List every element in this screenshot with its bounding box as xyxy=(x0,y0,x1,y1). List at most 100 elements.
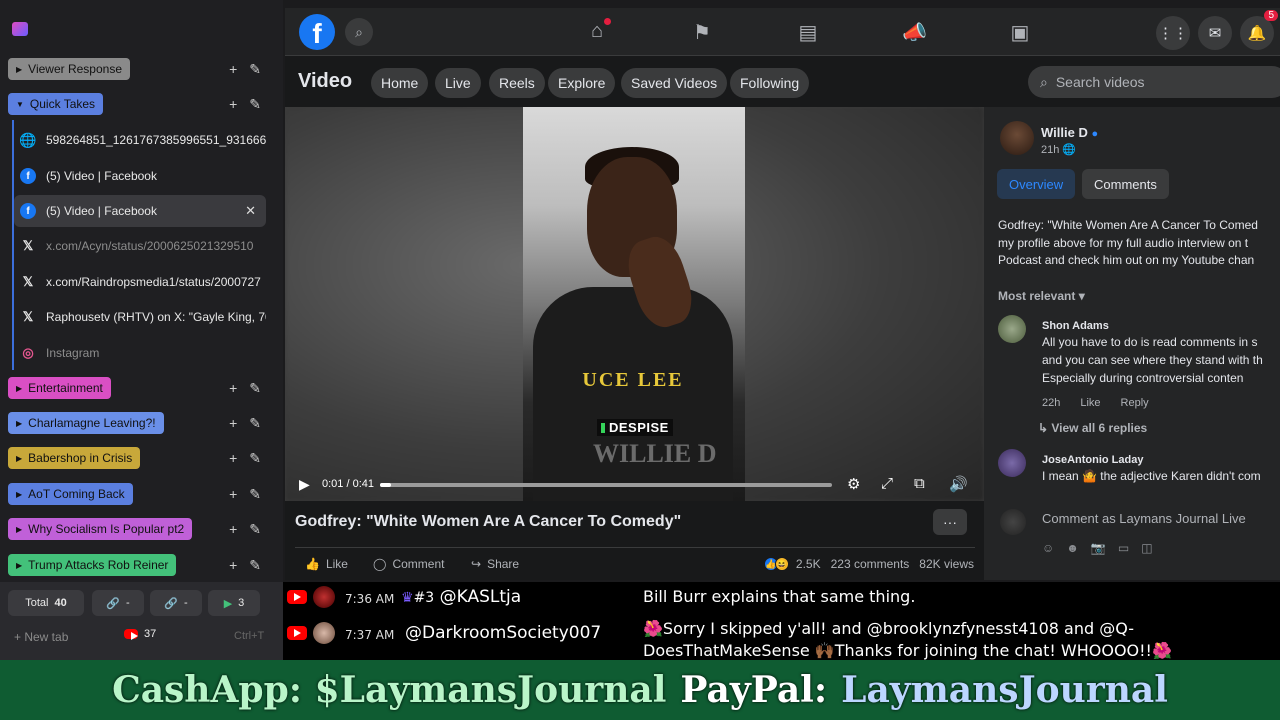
tab-item[interactable]: f (5) Video | Facebook xyxy=(14,160,266,192)
chat-message-line: 🌺Sorry I skipped y'all! and @brooklynzfy… xyxy=(643,619,1135,638)
tab-group-quick-takes[interactable]: ▼ Quick Takes xyxy=(8,93,104,115)
edit-icon[interactable]: ✎ xyxy=(249,557,261,574)
messenger-icon[interactable]: ✉ xyxy=(1198,16,1232,50)
youtube-tab-counter[interactable]: 37 xyxy=(124,628,156,640)
view-replies-link[interactable]: ↳ View all 6 replies xyxy=(1038,421,1147,435)
link-button[interactable]: 🔗 - xyxy=(92,590,144,616)
emoji-icon[interactable]: ☻ xyxy=(1066,541,1079,555)
edit-icon[interactable]: ✎ xyxy=(249,486,261,503)
facebook-logo[interactable]: f xyxy=(299,14,335,50)
add-icon[interactable]: + xyxy=(229,380,237,397)
close-icon[interactable]: ✕ xyxy=(245,203,256,219)
play-button[interactable]: ▶ 3 xyxy=(208,590,260,616)
nav-pill-explore[interactable]: Explore xyxy=(548,68,616,98)
commenter-avatar[interactable] xyxy=(998,315,1026,343)
caret-right-icon: ▶ xyxy=(16,64,23,74)
edit-icon[interactable]: ✎ xyxy=(249,61,261,78)
comment-like-button[interactable]: Like xyxy=(1080,397,1100,409)
tab-overview[interactable]: Overview xyxy=(997,169,1076,199)
progress-bar[interactable] xyxy=(380,483,832,487)
tab-item[interactable]: 𝕏 x.com/Raindropsmedia1/status/2000727 xyxy=(14,266,266,298)
author-name[interactable]: Willie D ● xyxy=(1041,125,1098,140)
menu-grid-icon[interactable]: ⋮⋮ xyxy=(1156,16,1190,50)
reaction-count[interactable]: 2.5K xyxy=(796,557,821,571)
tab-group-entertainment[interactable]: ▶ Entertainment xyxy=(8,377,111,399)
nav-pill-following[interactable]: Following xyxy=(730,68,810,98)
comment-count[interactable]: 223 comments xyxy=(831,557,910,571)
more-options-button[interactable]: ··· xyxy=(933,509,967,535)
flag-icon[interactable]: ⚑ xyxy=(690,20,714,45)
new-tab-button[interactable]: + New tab xyxy=(14,630,68,644)
comment-sort-dropdown[interactable]: Most relevant ▾ xyxy=(998,289,1085,303)
tab-item[interactable]: 𝕏 x.com/Acyn/status/2000625021329510 xyxy=(14,230,266,262)
nav-pill-reels[interactable]: Reels xyxy=(489,68,545,98)
commenter-name[interactable]: Shon Adams xyxy=(1042,320,1109,332)
megaphone-icon[interactable]: 📣 xyxy=(902,20,927,45)
picture-in-picture-icon[interactable]: ⧉ xyxy=(914,475,925,492)
fullscreen-icon[interactable]: ⤢ xyxy=(881,475,893,492)
my-avatar xyxy=(1000,509,1026,535)
settings-icon[interactable]: ⚙ xyxy=(847,475,860,493)
app-icon[interactable] xyxy=(12,22,28,36)
add-icon[interactable]: + xyxy=(229,415,237,432)
tab-group-trump[interactable]: ▶ Trump Attacks Rob Reiner xyxy=(8,554,177,576)
edit-icon[interactable]: ✎ xyxy=(249,450,261,467)
video-search-input[interactable]: ⌕ Search videos xyxy=(1028,66,1280,98)
bell-icon[interactable]: 🔔 5 xyxy=(1240,10,1278,50)
tab-item[interactable]: ◎ Instagram xyxy=(14,337,266,369)
volume-icon[interactable]: 🔊 xyxy=(949,475,968,493)
comment-reply-button[interactable]: Reply xyxy=(1121,397,1149,409)
link-button[interactable]: 🔗 - xyxy=(150,590,202,616)
add-icon[interactable]: + xyxy=(229,521,237,538)
search-icon[interactable]: ⌕ xyxy=(345,18,373,46)
nav-pill-saved-videos[interactable]: Saved Videos xyxy=(621,68,728,98)
tab-comments[interactable]: Comments xyxy=(1082,169,1169,199)
add-icon[interactable]: + xyxy=(229,96,237,113)
tab-group-socialism[interactable]: ▶ Why Socialism Is Popular pt2 xyxy=(8,518,193,540)
avatar-sticker-icon[interactable]: ☺ xyxy=(1042,541,1054,555)
video-info: Godfrey: "White Women Are A Cancer To Co… xyxy=(285,501,984,580)
tab-group-charlamagne[interactable]: ▶ Charlamagne Leaving?! xyxy=(8,412,164,434)
tab-item-active[interactable]: f (5) Video | Facebook ✕ xyxy=(14,195,266,227)
tab-item[interactable]: 𝕏 Raphousetv (RHTV) on X: "Gayle King, 7… xyxy=(14,301,266,333)
group-actions: + ✎ xyxy=(229,380,261,397)
video-icon[interactable]: ▣ xyxy=(1008,20,1032,45)
add-icon[interactable]: + xyxy=(229,557,237,574)
comment-button[interactable]: ◯ Comment xyxy=(373,557,444,571)
edit-icon[interactable]: ✎ xyxy=(249,380,261,397)
tab-group-aot[interactable]: ▶ AoT Coming Back xyxy=(8,483,133,505)
group-label: Charlamagne Leaving?! xyxy=(28,416,156,430)
nav-pill-home[interactable]: Home xyxy=(371,68,429,98)
add-icon[interactable]: + xyxy=(229,450,237,467)
commenter-avatar[interactable] xyxy=(998,449,1026,477)
edit-icon[interactable]: ✎ xyxy=(249,96,261,113)
view-replies-text: View all 6 replies xyxy=(1051,421,1148,435)
edit-icon[interactable]: ✎ xyxy=(249,415,261,432)
chat-handle: ♛#3 @KASLtja xyxy=(401,587,521,607)
sticker-icon[interactable]: ◫ xyxy=(1141,541,1152,555)
notification-badge: 5 xyxy=(1264,10,1278,21)
camera-icon[interactable]: 📷 xyxy=(1091,541,1106,555)
video-player[interactable]: UCE LEE WILLIE D DESPISE ▶ 0:01 / 0:41 ⚙… xyxy=(285,107,984,501)
description-line: Godfrey: "White Women Are A Cancer To Co… xyxy=(998,218,1258,232)
like-button[interactable]: 👍 Like xyxy=(305,557,348,571)
youtube-count: 37 xyxy=(144,628,157,640)
total-tabs-counter[interactable]: Total 40 xyxy=(8,590,84,616)
edit-icon[interactable]: ✎ xyxy=(249,521,261,538)
dashboard-icon[interactable]: ▤ xyxy=(796,20,820,45)
commenter-name[interactable]: JoseAntonio Laday xyxy=(1042,454,1143,466)
play-icon[interactable]: ▶ xyxy=(299,476,310,493)
tab-item[interactable]: 🌐 598264851_1261767385996551_9316664 xyxy=(14,124,266,156)
add-icon[interactable]: + xyxy=(229,61,237,78)
reaction-icons[interactable]: 👍 😆 xyxy=(763,557,789,571)
author-avatar[interactable] xyxy=(1000,121,1034,155)
share-button[interactable]: ↪ Share xyxy=(471,557,519,571)
home-icon[interactable]: ⌂ xyxy=(585,18,611,43)
tab-group-viewer-response[interactable]: ▶ Viewer Response xyxy=(8,58,130,80)
nav-pill-live[interactable]: Live xyxy=(435,68,481,98)
caret-down-icon: ▼ xyxy=(16,99,24,109)
tab-group-barbershop[interactable]: ▶ Babershop in Crisis xyxy=(8,447,141,469)
gif-icon[interactable]: ▭ xyxy=(1118,541,1129,555)
comment-input[interactable]: Comment as Laymans Journal Live xyxy=(1042,511,1246,526)
add-icon[interactable]: + xyxy=(229,486,237,503)
